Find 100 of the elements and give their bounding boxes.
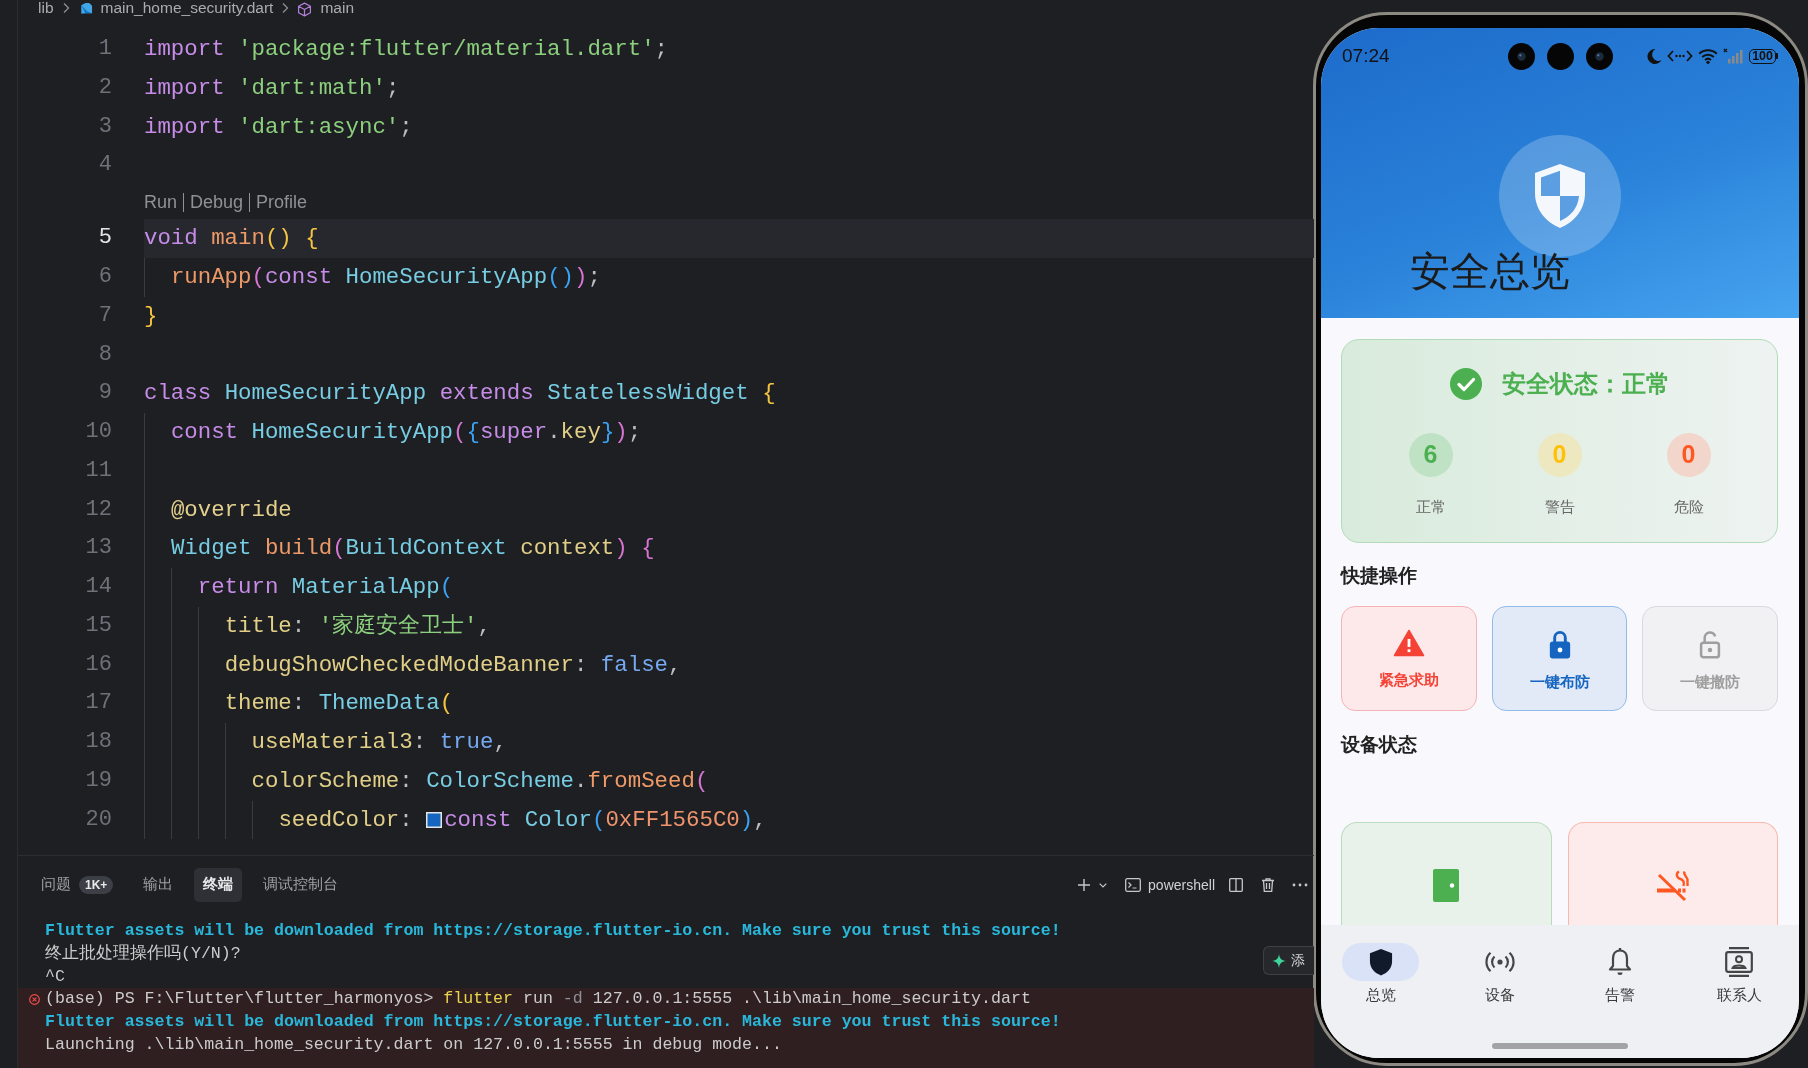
breadcrumb-item[interactable]: main_home_security.dart — [100, 0, 274, 16]
more-icon[interactable] — [1292, 883, 1308, 887]
line-number: 19 — [84, 766, 112, 795]
line-number: 14 — [84, 573, 112, 601]
code-text: debugShowCheckedModeBanner: false, — [224, 650, 682, 680]
line-number: 8 — [97, 340, 112, 369]
code-lens-link[interactable]: Run — [144, 188, 178, 216]
line-number: 13 — [84, 534, 112, 563]
line-number: 3 — [97, 112, 112, 141]
plus-icon[interactable] — [1076, 877, 1093, 893]
code-text: theme: ThemeData( — [224, 689, 454, 719]
code-text: import 'package:flutter/material.dart'; — [144, 35, 669, 64]
warning-icon — [1392, 629, 1425, 657]
battery-indicator: 100 — [1749, 48, 1778, 64]
chevron-right-icon — [281, 2, 290, 14]
color-swatch-icon[interactable] — [426, 811, 443, 828]
stat-value: 0 — [1537, 433, 1582, 477]
line-number: 16 — [84, 650, 112, 679]
broadcast-icon — [1485, 951, 1516, 973]
wifi-icon — [1698, 48, 1719, 64]
code-text: const Color(0xFF1565C0), — [444, 805, 767, 835]
panel-tab[interactable]: 问题 1K+ — [32, 868, 123, 902]
camera-hole-icon — [1546, 42, 1574, 70]
line-number: 1 — [97, 35, 112, 63]
bell-icon — [1607, 948, 1632, 976]
nav-tab[interactable]: 告警 — [1560, 943, 1680, 1005]
section-title: 设备状态 — [1341, 733, 1418, 757]
line-number: 4 — [97, 151, 112, 180]
panel-tab[interactable]: 调试控制台 — [254, 868, 348, 902]
terminal-line: Launching .\lib\main_home_security.dart on 127.0.0.1:5555 in debug mode... — [45, 1034, 782, 1056]
chevron-right-icon — [61, 2, 70, 14]
stat-value: 0 — [1666, 433, 1711, 477]
terminal-line: ^C — [45, 965, 65, 988]
terminal-selector[interactable]: powershell — [1125, 874, 1215, 896]
contact-card-icon — [1725, 947, 1754, 977]
moon-icon — [1646, 47, 1663, 65]
sparkle-icon — [1272, 953, 1286, 968]
line-number: 15 — [84, 611, 112, 640]
code-text: return MaterialApp( — [197, 573, 454, 602]
check-circle-icon — [1449, 368, 1482, 400]
breadcrumb-item[interactable]: main — [320, 0, 354, 16]
terminal-line: Flutter assets will be downloaded from https://storage.flutter-io.cn. Make sure you trust this source! — [45, 920, 1061, 942]
problem-count: 1K+ — [79, 876, 114, 894]
breadcrumb-item[interactable]: lib — [38, 0, 54, 16]
split-pane-icon[interactable] — [1228, 877, 1244, 893]
code-text: void main() { — [144, 224, 319, 254]
code-text: seedColor: — [278, 805, 414, 835]
nav-tab[interactable]: 联系人 — [1679, 943, 1799, 1005]
camera-hole-icon — [1585, 42, 1613, 70]
code-brackets-icon — [1667, 49, 1694, 63]
door-icon — [1433, 869, 1460, 902]
code-lens-link[interactable]: Profile — [256, 188, 308, 216]
terminal-line: (base) PS F:\Flutter\flutter_harmonyos> flutter run -d 127.0.0.1:5555 .\lib\main_home_security.dart — [45, 988, 1031, 1011]
code-text: const HomeSecurityApp({super.key}); — [170, 418, 642, 447]
terminal-line: 终止批处理操作吗(Y/N)? — [45, 942, 241, 965]
status-time: 07:24 — [1342, 43, 1390, 68]
stat-value: 6 — [1408, 433, 1453, 477]
trash-icon[interactable] — [1260, 877, 1276, 893]
code-text: } — [144, 301, 158, 331]
code-text: @override — [170, 495, 292, 525]
error-circle-icon[interactable] — [29, 994, 40, 1006]
assist-button[interactable]: 添 — [1263, 946, 1314, 975]
code-text: Widget build(BuildContext context) { — [170, 534, 655, 564]
cube-icon — [297, 2, 313, 17]
code-text: colorScheme: ColorScheme.fromSeed( — [251, 766, 709, 796]
panel-tab[interactable]: 终端 — [194, 868, 243, 902]
lock-icon — [1547, 629, 1572, 659]
nav-tab[interactable]: 设备 — [1440, 943, 1560, 1005]
code-text: import 'dart:async'; — [144, 112, 413, 142]
line-number: 5 — [97, 224, 112, 253]
code-text: title: '家庭安全卫士', — [224, 611, 491, 641]
chevron-down-icon[interactable] — [1099, 882, 1108, 888]
line-number: 18 — [84, 728, 112, 756]
status-title: 安全状态：正常 — [1501, 369, 1670, 399]
line-number: 7 — [97, 301, 112, 330]
panel-tab[interactable]: 输出 — [134, 868, 183, 902]
line-number: 17 — [84, 689, 112, 718]
section-title: 快捷操作 — [1341, 564, 1418, 588]
stat-label: 危险 — [1673, 497, 1704, 517]
no-smoking-icon — [1655, 869, 1690, 903]
stat-label: 警告 — [1544, 497, 1575, 517]
code-text: runApp(const HomeSecurityApp()); — [170, 263, 601, 292]
line-number: 9 — [97, 379, 112, 408]
quick-action-button[interactable]: 一键布防 — [1491, 606, 1628, 711]
nav-tab[interactable]: 总览 — [1321, 943, 1441, 1005]
camera-hole-icon — [1507, 42, 1535, 70]
line-number: 6 — [97, 263, 112, 291]
code-text: useMaterial3: true, — [251, 728, 507, 757]
terminal-icon — [1125, 878, 1142, 892]
code-text: class HomeSecurityApp extends StatelessWidget { — [144, 379, 776, 409]
page-title: 安全总览 — [1410, 248, 1570, 295]
code-lens-link[interactable]: Debug — [190, 188, 244, 216]
stat-label: 正常 — [1415, 497, 1446, 517]
signal-icon — [1723, 48, 1745, 64]
line-number: 2 — [97, 73, 112, 102]
line-number: 12 — [84, 495, 112, 524]
unlock-icon — [1698, 629, 1723, 659]
line-number: 11 — [84, 456, 112, 485]
code-text: import 'dart:math'; — [144, 73, 400, 103]
shield-icon — [1368, 948, 1393, 976]
